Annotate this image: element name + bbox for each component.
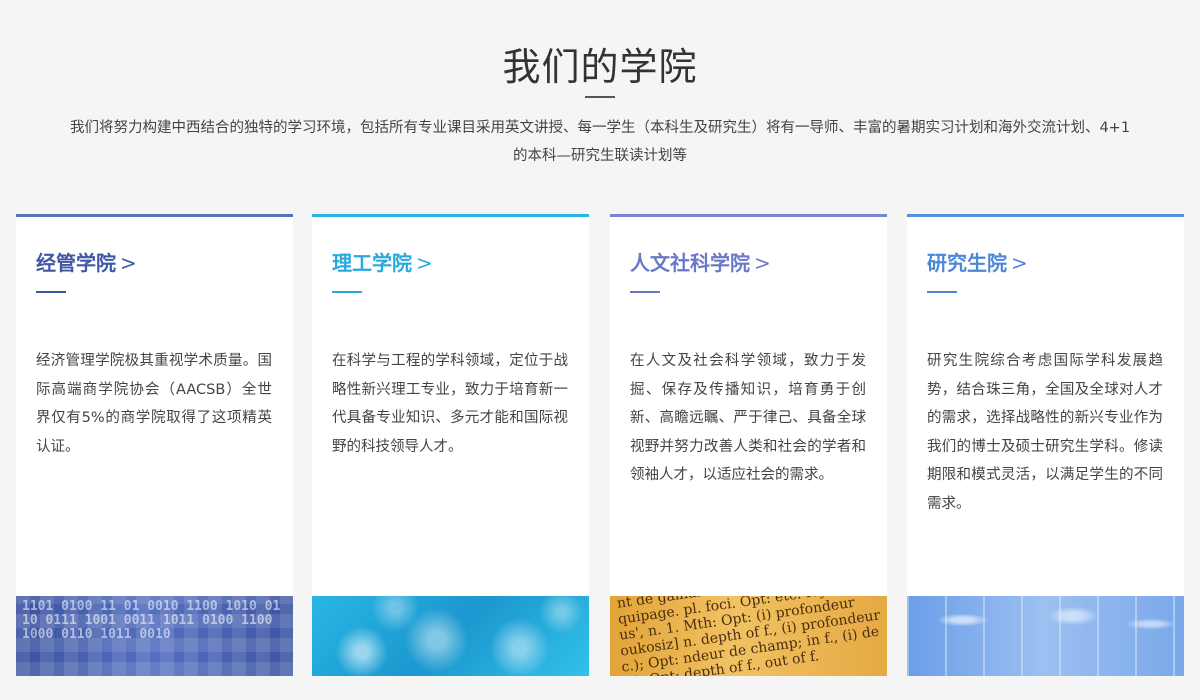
college-cards: 经管学院 > 经济管理学院极其重视学术质量。国际高端商学院协会（AACSB）全世界… <box>16 214 1184 676</box>
college-link-science-engineering[interactable]: 理工学院 > <box>332 247 433 276</box>
college-card-economics-management: 经管学院 > 经济管理学院极其重视学术质量。国际高端商学院协会（AACSB）全世界… <box>16 214 293 676</box>
college-description: 经济管理学院极其重视学术质量。国际高端商学院协会（AACSB）全世界仅有5%的商… <box>36 353 272 455</box>
college-card-humanities-social-sciences: 人文社科学院 > 在人文及社会科学领域，致力于发掘、保存及传播知识，培育勇于创新、… <box>610 214 887 676</box>
lab-glassware-image[interactable] <box>907 596 1184 676</box>
college-link-graduate-school[interactable]: 研究生院 > <box>927 247 1028 276</box>
dictionary-text-block: nt de gaillard. foci, focuses foyer quip… <box>616 596 887 676</box>
description-line-2: 的本科—研究生联读计划等 <box>513 148 687 164</box>
description-line-1: 我们将努力构建中西结合的独特的学习环境，包括所有专业课目采用英文讲授、每一学生（… <box>69 120 1131 136</box>
card-divider <box>332 291 362 293</box>
college-title: 研究生院 <box>927 251 1007 275</box>
section-title: 我们的学院 <box>502 45 698 89</box>
college-link-economics-management[interactable]: 经管学院 > <box>36 247 137 276</box>
chevron-right-icon: > <box>1011 251 1028 275</box>
college-title: 人文社科学院 <box>630 251 750 275</box>
dictionary-page-image[interactable]: nt de gaillard. foci, focuses foyer quip… <box>610 596 887 676</box>
card-divider <box>36 291 66 293</box>
college-title: 经管学院 <box>36 251 116 275</box>
chevron-right-icon: > <box>120 251 137 275</box>
college-card-science-engineering: 理工学院 > 在科学与工程的学科领域，定位于战略性新兴理工专业，致力于培育新一代具… <box>312 214 589 676</box>
college-link-humanities-social-sciences[interactable]: 人文社科学院 > <box>630 247 771 276</box>
card-divider <box>630 291 660 293</box>
college-description: 在科学与工程的学科领域，定位于战略性新兴理工专业，致力于培育新一代具备专业知识、… <box>332 353 568 455</box>
college-description: 研究生院综合考虑国际学科发展趋势，结合珠三角，全国及全球对人才的需求，选择战略性… <box>927 353 1163 512</box>
title-divider <box>585 96 615 98</box>
page: 我们的学院 我们将努力构建中西结合的独特的学习环境，包括所有专业课目采用英文讲授… <box>0 0 1200 700</box>
card-divider <box>927 291 957 293</box>
chevron-right-icon: > <box>754 251 771 275</box>
section-description: 我们将努力构建中西结合的独特的学习环境，包括所有专业课目采用英文讲授、每一学生（… <box>16 114 1184 170</box>
chevron-right-icon: > <box>416 251 433 275</box>
college-card-graduate-school: 研究生院 > 研究生院综合考虑国际学科发展趋势，结合珠三角，全国及全球对人才的需求… <box>907 214 1184 676</box>
college-description: 在人文及社会科学领域，致力于发掘、保存及传播知识，培育勇于创新、高瞻远瞩、严于律… <box>630 353 866 483</box>
binary-code-image[interactable]: 1101 0100 11 01 0010 1100 1010 0110 0111… <box>16 596 293 676</box>
college-title: 理工学院 <box>332 251 412 275</box>
molecule-bubbles-image[interactable] <box>312 596 589 676</box>
